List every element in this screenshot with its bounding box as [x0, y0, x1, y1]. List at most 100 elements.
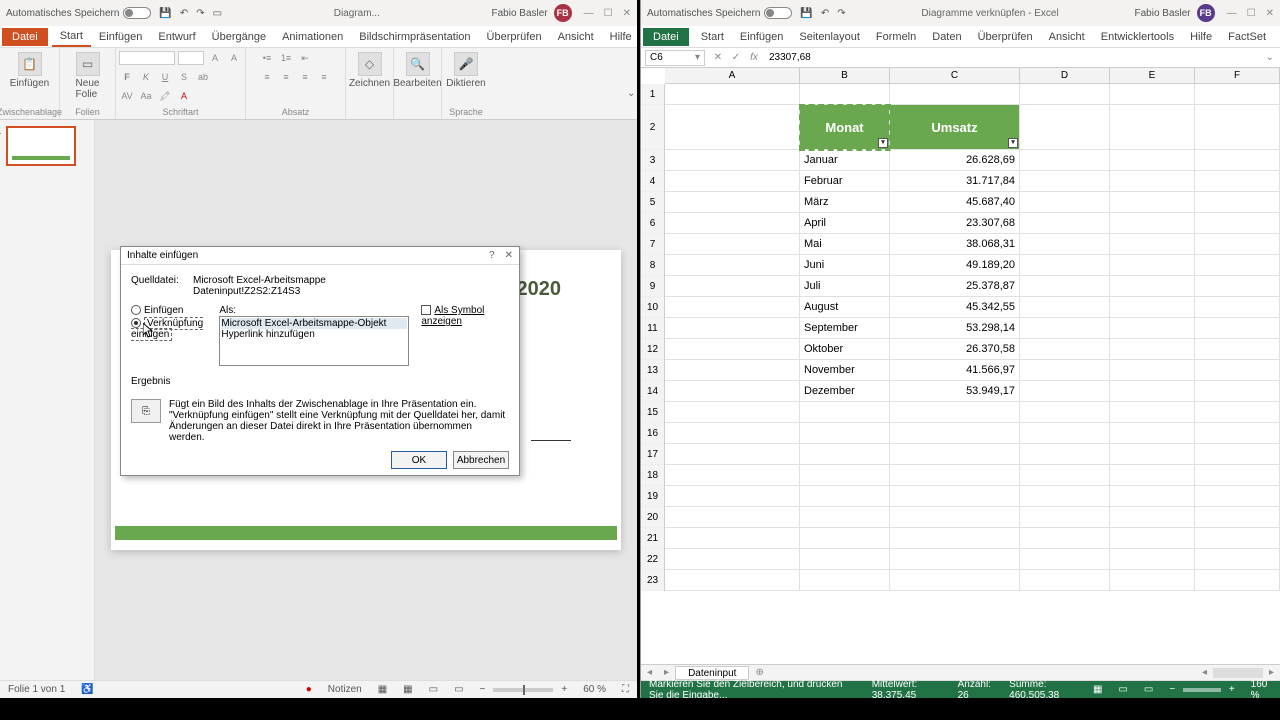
checkbox-symbol[interactable]: Als Symbol anzeigen	[421, 305, 509, 327]
cell[interactable]	[1110, 84, 1195, 105]
cell-value-10[interactable]: 41.566,97	[890, 360, 1020, 381]
font-size[interactable]	[178, 51, 204, 65]
cell[interactable]	[1195, 150, 1280, 171]
cell[interactable]	[1110, 234, 1195, 255]
cell[interactable]	[1195, 105, 1280, 150]
zoom-in-icon[interactable]: +	[553, 684, 575, 695]
cell[interactable]	[1020, 360, 1110, 381]
minimize-icon[interactable]: —	[584, 8, 594, 19]
cell-month-6[interactable]: Juli	[800, 276, 890, 297]
row-21[interactable]: 21	[641, 528, 664, 549]
tab-review[interactable]: Überprüfen	[479, 28, 550, 46]
cell[interactable]	[665, 402, 800, 423]
cell[interactable]	[1195, 360, 1280, 381]
col-F[interactable]: F	[1195, 68, 1280, 83]
row-12[interactable]: 12	[641, 339, 664, 360]
cell[interactable]	[890, 444, 1020, 465]
table-header-umsatz[interactable]: Umsatz▾	[890, 105, 1020, 150]
tab-slideshow[interactable]: Bildschirmpräsentation	[351, 28, 478, 46]
cell[interactable]	[1020, 486, 1110, 507]
row-7[interactable]: 7	[641, 234, 664, 255]
cell-value-3[interactable]: 23.307,68	[890, 213, 1020, 234]
tab-einfugen[interactable]: Einfügen	[91, 28, 150, 46]
cell[interactable]	[1195, 549, 1280, 570]
cell[interactable]	[665, 444, 800, 465]
cell-value-4[interactable]: 38.068,31	[890, 234, 1020, 255]
cell[interactable]	[1195, 486, 1280, 507]
row-13[interactable]: 13	[641, 360, 664, 381]
cell[interactable]	[665, 549, 800, 570]
row-23[interactable]: 23	[641, 570, 664, 591]
save-icon[interactable]: 💾	[159, 8, 171, 19]
cell[interactable]	[800, 507, 890, 528]
dictate-button[interactable]: 🎤Diktieren	[444, 50, 487, 91]
cell[interactable]	[800, 465, 890, 486]
row-4[interactable]: 4	[641, 171, 664, 192]
cell[interactable]	[800, 423, 890, 444]
cell[interactable]	[665, 570, 800, 591]
numbering-icon[interactable]: 1≡	[278, 50, 294, 66]
undo-icon[interactable]: ↶	[821, 8, 829, 19]
tab-start[interactable]: Start	[693, 28, 732, 46]
fit-icon[interactable]: ⛶	[614, 684, 637, 695]
cell[interactable]	[665, 528, 800, 549]
shapes-button[interactable]: ◇Zeichnen	[347, 50, 392, 91]
tab-formeln[interactable]: Formeln	[868, 28, 924, 46]
cell[interactable]	[800, 570, 890, 591]
zoom-out-icon[interactable]: −	[1161, 684, 1183, 695]
row-1[interactable]: 1	[641, 84, 664, 105]
spreadsheet-grid[interactable]: ABCDEF 123456789101112131415161718192021…	[641, 68, 1280, 664]
slideshow-icon[interactable]: ▭	[213, 8, 222, 19]
align-l-icon[interactable]: ≡	[259, 69, 275, 85]
user-avatar[interactable]: FB	[554, 4, 572, 22]
cell[interactable]	[890, 465, 1020, 486]
hscrollbar[interactable]	[1213, 668, 1263, 678]
accept-fx-icon[interactable]: ✓	[727, 52, 745, 63]
fx-icon[interactable]: fx	[745, 52, 763, 63]
zoom-in-icon[interactable]: +	[1221, 684, 1243, 695]
cell[interactable]	[1110, 360, 1195, 381]
strike-icon[interactable]: S	[176, 69, 192, 85]
cell-value-11[interactable]: 53.949,17	[890, 381, 1020, 402]
cell[interactable]	[1195, 234, 1280, 255]
cell[interactable]	[665, 276, 800, 297]
close-icon[interactable]: ✕	[1266, 8, 1274, 19]
cell-month-11[interactable]: Dezember	[800, 381, 890, 402]
fontcolor-icon[interactable]: A	[176, 88, 192, 104]
cell-value-6[interactable]: 25.378,87	[890, 276, 1020, 297]
cell[interactable]	[890, 402, 1020, 423]
name-box[interactable]: C6▾	[645, 50, 705, 66]
row-14[interactable]: 14	[641, 381, 664, 402]
font-name[interactable]	[119, 51, 175, 65]
paste-button[interactable]: 📋Einfügen	[8, 50, 51, 91]
tab-file[interactable]: Datei	[2, 28, 48, 46]
cell[interactable]	[1110, 297, 1195, 318]
cell[interactable]	[1195, 318, 1280, 339]
highlight-icon[interactable]: 🖍	[157, 88, 173, 104]
cell[interactable]	[1110, 171, 1195, 192]
case-icon[interactable]: Aa	[138, 88, 154, 104]
justify-icon[interactable]: ≡	[316, 69, 332, 85]
col-C[interactable]: C	[890, 68, 1020, 83]
indent-icon[interactable]: ⇤	[297, 50, 313, 66]
maximize-icon[interactable]: ☐	[1247, 8, 1256, 19]
cell[interactable]	[1195, 297, 1280, 318]
spacing-icon[interactable]: AV	[119, 88, 135, 104]
cell[interactable]	[1110, 213, 1195, 234]
cell[interactable]	[1020, 570, 1110, 591]
collapse-ribbon-icon[interactable]: ⌄	[627, 88, 637, 98]
cell[interactable]	[665, 213, 800, 234]
cell[interactable]	[890, 570, 1020, 591]
notes-button[interactable]: Notizen	[320, 684, 370, 695]
tab-pivot[interactable]: Power Pivot	[1274, 22, 1280, 52]
cell[interactable]	[1020, 465, 1110, 486]
cell[interactable]	[1195, 444, 1280, 465]
cell-month-4[interactable]: Mai	[800, 234, 890, 255]
underline-icon[interactable]: U	[157, 69, 173, 85]
cell[interactable]	[1195, 192, 1280, 213]
tab-help[interactable]: Hilfe	[1182, 28, 1220, 46]
italic-icon[interactable]: K	[138, 69, 154, 85]
cell[interactable]	[1020, 423, 1110, 444]
sheet-nav-first[interactable]: ◂	[641, 667, 658, 678]
dialog-close-icon[interactable]: ✕	[505, 250, 513, 261]
